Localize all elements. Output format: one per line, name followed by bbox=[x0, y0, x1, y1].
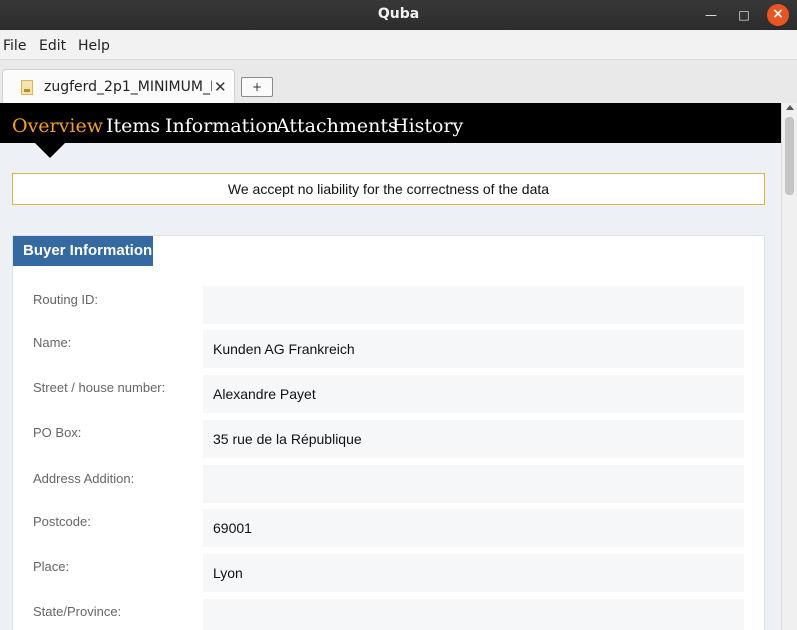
document-tab-bar: zugferd_2p1_MINIMUM_Rechnung.pdf ✕ + bbox=[0, 60, 797, 103]
tab-close-icon[interactable]: ✕ bbox=[214, 78, 227, 96]
panel-header: Buyer Information bbox=[13, 236, 153, 266]
active-nav-pointer bbox=[35, 143, 65, 158]
field-label-place: Place: bbox=[33, 559, 70, 574]
new-tab-button[interactable]: + bbox=[241, 77, 273, 97]
main-content: Overview Items Information Attachments H… bbox=[0, 103, 781, 630]
field-label-address-addition: Address Addition: bbox=[33, 471, 135, 486]
title-bar: Quba — □ × bbox=[0, 0, 797, 30]
scroll-up-icon[interactable] bbox=[786, 105, 794, 110]
nav-items[interactable]: Items bbox=[106, 115, 160, 137]
menu-file[interactable]: File bbox=[3, 38, 26, 54]
pdf-file-icon bbox=[21, 80, 33, 95]
field-value-name: Kunden AG Frankreich bbox=[203, 330, 744, 368]
document-tab-label: zugferd_2p1_MINIMUM_Rechnung.pdf bbox=[44, 79, 212, 95]
nav-overview[interactable]: Overview bbox=[12, 115, 103, 137]
menu-edit[interactable]: Edit bbox=[39, 38, 66, 54]
menu-help[interactable]: Help bbox=[78, 38, 110, 54]
field-value-place: Lyon bbox=[203, 554, 744, 592]
menu-bar: File Edit Help bbox=[0, 30, 797, 60]
scroll-thumb[interactable] bbox=[785, 117, 794, 195]
nav-attachments[interactable]: Attachments bbox=[276, 115, 398, 137]
field-value-routing-id bbox=[203, 286, 744, 324]
window-title: Quba bbox=[377, 6, 420, 22]
buyer-information-panel: Buyer Information Routing ID: Name: Kund… bbox=[12, 235, 765, 630]
section-nav: Overview Items Information Attachments H… bbox=[0, 103, 781, 143]
minimize-icon[interactable]: — bbox=[700, 4, 722, 26]
nav-information[interactable]: Information bbox=[165, 115, 279, 137]
field-label-routing-id: Routing ID: bbox=[33, 292, 99, 307]
liability-notice: We accept no liability for the correctne… bbox=[12, 173, 765, 205]
field-value-street: Alexandre Payet bbox=[203, 375, 744, 413]
close-icon[interactable]: × bbox=[767, 4, 789, 26]
field-value-po-box: 35 rue de la République bbox=[203, 420, 744, 458]
field-value-address-addition bbox=[203, 465, 744, 503]
field-label-state: State/Province: bbox=[33, 604, 122, 619]
field-label-po-box: PO Box: bbox=[33, 425, 82, 440]
field-label-name: Name: bbox=[33, 335, 72, 350]
field-value-state bbox=[203, 599, 744, 630]
nav-history[interactable]: History bbox=[392, 115, 463, 137]
document-tab[interactable]: zugferd_2p1_MINIMUM_Rechnung.pdf ✕ bbox=[2, 69, 235, 103]
field-label-street: Street / house number: bbox=[33, 380, 166, 395]
field-label-postcode: Postcode: bbox=[33, 514, 91, 529]
maximize-icon[interactable]: □ bbox=[733, 4, 755, 26]
field-value-postcode: 69001 bbox=[203, 509, 744, 547]
vertical-scrollbar[interactable] bbox=[781, 103, 797, 630]
